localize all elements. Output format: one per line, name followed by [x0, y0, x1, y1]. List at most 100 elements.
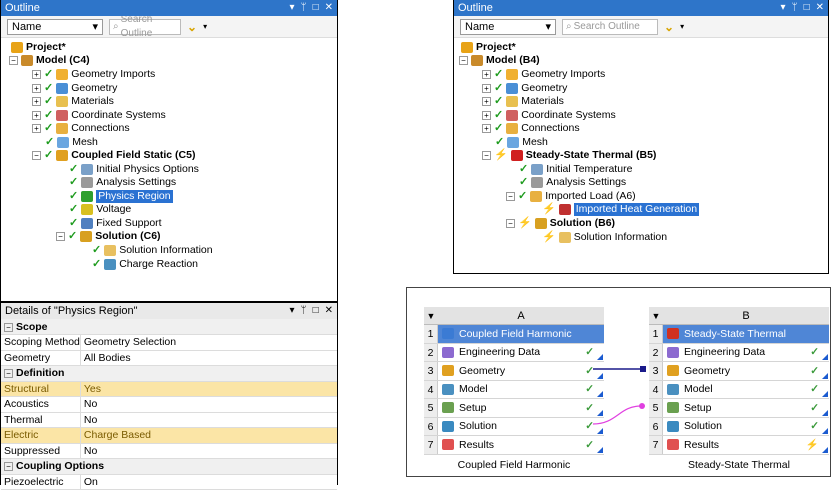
- restore-icon[interactable]: □: [313, 303, 319, 319]
- details-row[interactable]: Thermal No: [1, 412, 337, 428]
- system-cell[interactable]: 3 Geometry ✓: [649, 362, 829, 381]
- system-name[interactable]: Coupled Field Harmonic: [424, 459, 604, 471]
- system-b[interactable]: ▼ B 1 Steady-State Thermal 2 Engineering Data…: [649, 307, 829, 471]
- pin-icon[interactable]: ᛘ: [792, 0, 798, 16]
- tree-item-geometry-imports[interactable]: + ✓ Geometry Imports: [482, 68, 605, 81]
- cell-icon: [667, 420, 679, 432]
- details-key: Thermal: [1, 412, 81, 428]
- close-icon[interactable]: ✕: [325, 0, 333, 16]
- tree-item-solution-information[interactable]: ⚡ Solution Information: [542, 231, 667, 244]
- details-row[interactable]: Electric Charge Based: [1, 427, 337, 444]
- tree-item-imported-load[interactable]: − ✓ Imported Load (A6): [506, 190, 636, 203]
- system-cell[interactable]: 4 Model ✓: [424, 380, 604, 399]
- outline-titlebar: Outline ▾ ᛘ □ ✕: [454, 0, 828, 16]
- tree-item-connections[interactable]: + ✓ Connections: [32, 122, 130, 135]
- system-a[interactable]: ▼ A 1 Coupled Field Harmonic 2 Engineering Da…: [424, 307, 604, 471]
- details-section[interactable]: − Scope: [1, 319, 337, 335]
- tree-item-coordinate-systems[interactable]: + ✓ Coordinate Systems: [482, 109, 616, 122]
- details-row[interactable]: Geometry All Bodies: [1, 350, 337, 366]
- system-cell[interactable]: 7 Results ✓: [424, 436, 604, 455]
- tree-item-solution-information[interactable]: ✓ Solution Information: [92, 244, 213, 257]
- chevron-down-icon[interactable]: ⌄: [187, 20, 197, 34]
- search-input[interactable]: ⌕ Search Outline: [109, 14, 181, 39]
- tree-item-solution[interactable]: − ⚡ Solution (B6): [506, 217, 615, 230]
- tree-item-steady-state-thermal[interactable]: − ⚡ Steady-State Thermal (B5): [482, 149, 656, 162]
- tree-item-model[interactable]: − Model (B4): [459, 54, 540, 67]
- system-cell[interactable]: 5 Setup ✓: [424, 399, 604, 418]
- tree-item-coordinate-systems[interactable]: + ✓ Coordinate Systems: [32, 109, 166, 122]
- sort-select[interactable]: Name ▾: [7, 18, 103, 35]
- details-value[interactable]: No: [80, 443, 337, 459]
- tree-item-geometry[interactable]: + ✓ Geometry: [32, 82, 117, 95]
- system-cell[interactable]: 4 Model ✓: [649, 380, 829, 399]
- system-cell[interactable]: 1 Coupled Field Harmonic: [424, 325, 604, 344]
- sort-select[interactable]: Name ▾: [460, 18, 556, 35]
- tree-item-initial-temperature[interactable]: ✓ Initial Temperature: [519, 163, 632, 176]
- details-row[interactable]: Suppressed No: [1, 443, 337, 459]
- details-row[interactable]: Structural Yes: [1, 381, 337, 397]
- restore-icon[interactable]: □: [804, 0, 810, 16]
- refresh-status-icon: ⚡: [805, 439, 819, 452]
- dropdown-icon[interactable]: ▾: [290, 0, 295, 16]
- tree-item-physics-region[interactable]: ✓ Physics Region: [69, 190, 173, 203]
- tree-item-model[interactable]: − Model (C4): [9, 54, 90, 67]
- system-cell[interactable]: 6 Solution ✓: [424, 417, 604, 436]
- close-icon[interactable]: ✕: [816, 0, 824, 16]
- tree-item-voltage[interactable]: ✓ Voltage: [69, 203, 131, 216]
- tree-item-materials[interactable]: + ✓ Materials: [32, 95, 114, 108]
- system-menu-icon[interactable]: ▼: [424, 311, 438, 321]
- restore-icon[interactable]: □: [313, 0, 319, 16]
- tree-item-fixed-support[interactable]: ✓ Fixed Support: [69, 217, 162, 230]
- tree-item-analysis-settings[interactable]: ✓ Analysis Settings: [69, 176, 176, 189]
- dropdown-icon[interactable]: ▾: [781, 0, 786, 16]
- thermal-analysis-icon: [510, 150, 523, 161]
- tree-item-geometry-imports[interactable]: + ✓ Geometry Imports: [32, 68, 155, 81]
- tree-item-solution[interactable]: − ✓ Solution (C6): [56, 230, 161, 243]
- details-row[interactable]: Acoustics No: [1, 396, 337, 413]
- tree-item-materials[interactable]: + ✓ Materials: [482, 95, 564, 108]
- details-value[interactable]: No: [80, 396, 337, 413]
- imported-load-icon: [530, 191, 543, 202]
- details-value[interactable]: No: [80, 412, 337, 428]
- dropdown-icon[interactable]: ▾: [290, 303, 295, 319]
- tree-item-mesh[interactable]: ✓ Mesh: [495, 136, 548, 149]
- details-value[interactable]: Yes: [80, 381, 337, 397]
- close-icon[interactable]: ✕: [325, 303, 333, 319]
- tree-item-project[interactable]: Project*: [461, 41, 516, 54]
- system-cell[interactable]: 2 Engineering Data ✓: [649, 343, 829, 362]
- analysis-settings-icon: [81, 177, 94, 188]
- details-row[interactable]: Piezoelectric On: [1, 474, 337, 490]
- chevron-down-icon[interactable]: ⌄: [664, 20, 674, 34]
- tree-item-connections[interactable]: + ✓ Connections: [482, 122, 580, 135]
- details-section[interactable]: − Coupling Options: [1, 458, 337, 475]
- system-cell[interactable]: 6 Solution ✓: [649, 417, 829, 436]
- cell-label: Coupled Field Harmonic: [459, 327, 572, 340]
- tree-item-initial-physics[interactable]: ✓ Initial Physics Options: [69, 163, 199, 176]
- details-value[interactable]: Charge Based: [80, 427, 337, 444]
- details-row[interactable]: Scoping Method Geometry Selection: [1, 334, 337, 351]
- tree-item-imported-heat-generation[interactable]: ⚡ Imported Heat Generation: [542, 203, 700, 216]
- system-cell[interactable]: 3 Geometry ✓: [424, 362, 604, 381]
- system-cell[interactable]: 5 Setup ✓: [649, 399, 829, 418]
- system-menu-icon[interactable]: ▼: [649, 311, 663, 321]
- system-cell[interactable]: 1 Steady-State Thermal: [649, 325, 829, 344]
- details-key: Acoustics: [1, 396, 81, 413]
- system-cell[interactable]: 7 Results ⚡: [649, 436, 829, 455]
- pin-icon[interactable]: ᛘ: [301, 0, 307, 16]
- tree-item-mesh[interactable]: ✓ Mesh: [45, 136, 98, 149]
- tree-item-geometry[interactable]: + ✓ Geometry: [482, 82, 567, 95]
- solution-information-icon: [558, 232, 571, 243]
- search-input[interactable]: ⌕ Search Outline: [562, 18, 658, 35]
- tree-item-charge-reaction[interactable]: ✓ Charge Reaction: [92, 258, 198, 271]
- system-name[interactable]: Steady-State Thermal: [649, 459, 829, 471]
- tree-item-analysis-settings[interactable]: ✓ Analysis Settings: [519, 176, 626, 189]
- cell-label: Results: [459, 438, 495, 451]
- details-value[interactable]: All Bodies: [80, 350, 337, 366]
- details-value[interactable]: On: [80, 474, 337, 490]
- pin-icon[interactable]: ᛘ: [301, 303, 307, 319]
- tree-item-project[interactable]: Project*: [11, 41, 66, 54]
- details-section[interactable]: − Definition: [1, 365, 337, 382]
- details-value[interactable]: Geometry Selection: [80, 334, 337, 351]
- tree-item-coupled-field-static[interactable]: − ✓ Coupled Field Static (C5): [32, 149, 195, 162]
- system-cell[interactable]: 2 Engineering Data ✓: [424, 343, 604, 362]
